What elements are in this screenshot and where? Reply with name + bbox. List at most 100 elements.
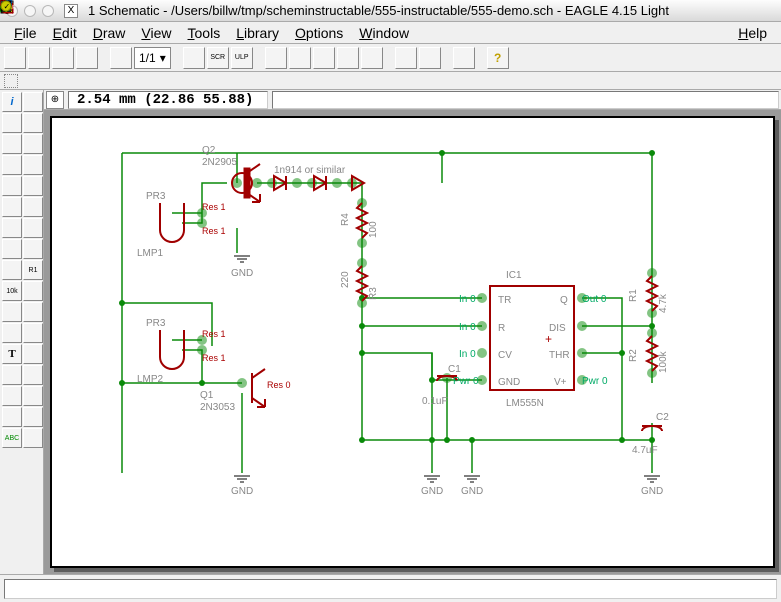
cam-button[interactable] [76,47,98,69]
zoom-select-button[interactable] [361,47,383,69]
menu-tools[interactable]: Tools [182,23,227,43]
stop-button[interactable]: STOP [453,47,475,69]
miter-tool[interactable] [2,302,22,322]
schematic-svg: Q2 2N2905 1n914 or similar PR3 LMP1 PR3 … [52,118,752,548]
svg-text:✓: ✓ [4,2,11,11]
window-minimize-button[interactable] [24,5,36,17]
redo-button[interactable] [419,47,441,69]
label-tool[interactable]: ABC [2,428,22,448]
svg-text:GND: GND [461,486,483,497]
erc-tool[interactable]: ✓ [23,428,43,448]
board-button[interactable] [110,47,132,69]
menu-help[interactable]: Help [732,23,773,43]
svg-text:1n914 or similar: 1n914 or similar [274,165,346,176]
window-zoom-button[interactable] [42,5,54,17]
wire-tool[interactable] [23,323,43,343]
zoom-redraw-button[interactable] [337,47,359,69]
svg-text:In 0: In 0 [459,349,476,360]
rotate-tool[interactable] [23,155,43,175]
svg-text:C1: C1 [448,364,461,375]
menu-edit[interactable]: Edit [47,23,83,43]
sheet-selector[interactable]: 1/1▾ [134,47,171,69]
delete-tool[interactable] [2,218,22,238]
status-text [4,579,777,599]
svg-text:4.7k: 4.7k [658,293,669,313]
svg-text:CV: CV [498,350,512,361]
group-tool[interactable] [2,176,22,196]
gnd-symbol [234,256,250,262]
paste-tool[interactable] [23,197,43,217]
invoke-tool[interactable] [2,323,22,343]
menu-library[interactable]: Library [230,23,285,43]
move-tool[interactable] [2,134,22,154]
titlebar: X 1 Schematic - /Users/billw/tmp/schemin… [0,0,781,22]
schematic-canvas[interactable]: Q2 2N2905 1n914 or similar PR3 LMP1 PR3 … [50,116,775,568]
svg-text:Res 1: Res 1 [202,226,226,236]
menu-options[interactable]: Options [289,23,349,43]
copy-tool[interactable] [23,134,43,154]
svg-text:R2: R2 [628,349,639,362]
svg-text:0.1uF: 0.1uF [422,396,448,407]
svg-text:R3: R3 [368,287,379,300]
canvas-area: Q2 2N2905 1n914 or similar PR3 LMP1 PR3 … [44,110,781,574]
svg-text:In 0: In 0 [459,294,476,305]
coord-display: 2.54 mm (22.86 55.88) [68,91,268,109]
svg-text:In 0: In 0 [459,322,476,333]
menu-draw[interactable]: Draw [87,23,132,43]
replace-tool[interactable] [2,260,22,280]
svg-text:LM555N: LM555N [506,398,544,409]
net-tool[interactable] [2,407,22,427]
svg-text:GND: GND [641,486,663,497]
param-toolbar [0,72,781,90]
text-tool[interactable]: T [2,344,22,364]
window-title: 1 Schematic - /Users/billw/tmp/scheminst… [88,3,669,18]
menu-window[interactable]: Window [353,23,415,43]
help-button[interactable]: ? [487,47,509,69]
add-tool[interactable] [23,218,43,238]
coord-origin-button[interactable]: ⊕ [46,91,64,109]
junction-tool[interactable] [23,407,43,427]
info-tool[interactable]: i [2,92,22,112]
script-button[interactable]: SCR [207,47,229,69]
zoom-in-button[interactable]: + [289,47,311,69]
open-button[interactable] [4,47,26,69]
svg-text:R4: R4 [340,213,351,226]
ulp-button[interactable]: ULP [231,47,253,69]
svg-text:Q2: Q2 [202,145,216,156]
pinswap-tool[interactable] [2,239,22,259]
zoom-fit-button[interactable] [265,47,287,69]
svg-text:100: 100 [368,221,379,238]
mark-tool[interactable] [23,113,43,133]
cut-tool[interactable] [2,197,22,217]
svg-text:Res 1: Res 1 [202,353,226,363]
zoom-out-button[interactable]: − [313,47,335,69]
gateswap-tool[interactable] [23,239,43,259]
arc-tool[interactable] [2,365,22,385]
undo-button[interactable] [395,47,417,69]
svg-text:Pwr 0: Pwr 0 [582,376,608,387]
save-button[interactable] [28,47,50,69]
display-tool[interactable] [2,113,22,133]
menu-view[interactable]: View [135,23,177,43]
svg-text:Out 0: Out 0 [582,294,607,305]
menu-file[interactable]: File [8,23,43,43]
use-lib-button[interactable] [183,47,205,69]
print-button[interactable] [52,47,74,69]
svg-text:THR: THR [549,350,570,361]
grid-icon[interactable] [4,74,18,88]
split-tool[interactable] [23,302,43,322]
circle-tool[interactable] [23,344,43,364]
bus-tool[interactable] [23,386,43,406]
change-tool[interactable] [23,176,43,196]
main-toolbar: 1/1▾ SCR ULP + − STOP ? [0,44,781,72]
smash-tool[interactable] [23,281,43,301]
command-line[interactable] [272,91,779,109]
value-tool[interactable]: 10k [2,281,22,301]
rect-tool[interactable] [23,365,43,385]
show-tool[interactable] [23,92,43,112]
mirror-tool[interactable] [2,155,22,175]
name-tool[interactable]: R1 [23,260,43,280]
svg-text:Res 0: Res 0 [267,380,291,390]
polygon-tool[interactable] [2,386,22,406]
svg-text:Q1: Q1 [200,390,214,401]
